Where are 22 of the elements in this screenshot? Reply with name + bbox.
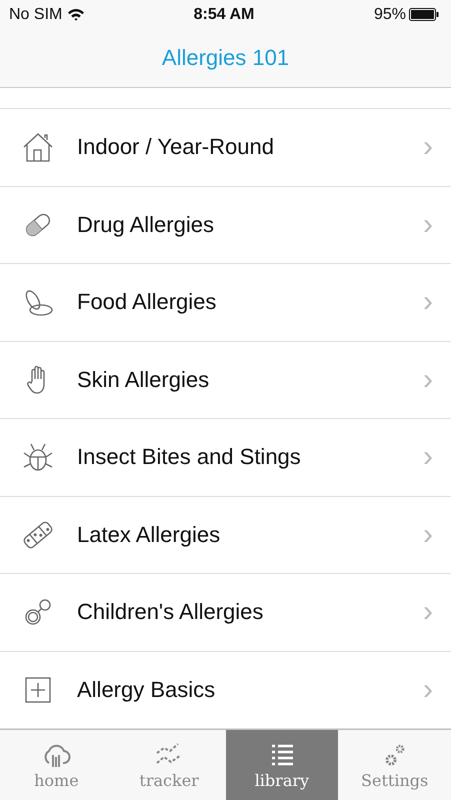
chevron-icon: › [423,597,433,628]
list-item[interactable]: Skin Allergies › [0,342,451,419]
carrier: No SIM [9,6,62,24]
list-item[interactable]: Drug Allergies › [0,186,451,264]
chevron-icon: › [423,210,433,240]
chevron-icon: › [423,364,433,395]
list-item[interactable]: Latex Allergies › [0,496,451,574]
battery-icon [408,8,439,22]
chevron-icon: › [423,520,433,550]
chevron-icon: › [423,442,433,472]
tab[interactable]: library [226,730,338,800]
chevron-icon: › [423,287,433,318]
battery-percent: 95% [374,6,406,24]
list-item[interactable]: Indoor / Year-Round › [0,109,451,186]
clock: 8:54 AM [194,6,254,24]
chevron-icon: › [423,132,433,162]
list-item[interactable]: Insect Bites and Stings › [0,419,451,496]
chevron-icon: › [423,674,433,705]
wifi-icon [67,8,86,22]
nav-title: Allergies 101 [162,45,290,72]
list-item[interactable]: Children's Allergies › [0,574,451,652]
list-item[interactable]: Food Allergies › [0,264,451,342]
